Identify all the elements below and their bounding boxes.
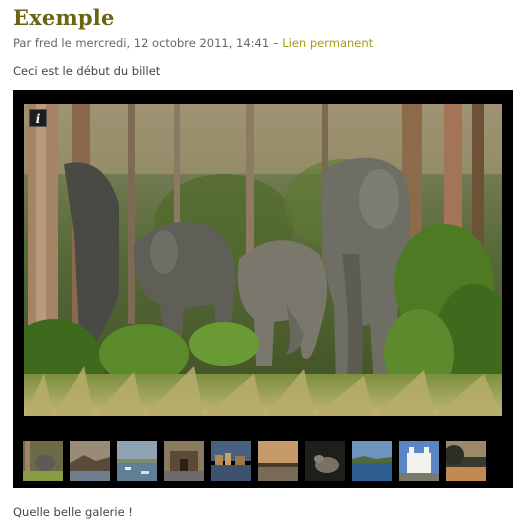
post-intro: Ceci est le début du billet <box>13 64 161 78</box>
thumbnail-8[interactable] <box>352 441 392 481</box>
thumbnail-5[interactable] <box>211 441 251 481</box>
dark-animal-thumbnail <box>305 441 345 481</box>
gateway-monument-thumbnail <box>164 441 204 481</box>
thumbnail-3[interactable] <box>117 441 157 481</box>
info-button[interactable]: i <box>29 109 47 127</box>
thumbnail-1[interactable] <box>23 441 63 481</box>
main-image[interactable]: i <box>24 104 502 416</box>
white-church-thumbnail <box>399 441 439 481</box>
gallery: i <box>13 90 513 488</box>
blue-bay-thumbnail <box>352 441 392 481</box>
elephants-photo <box>24 104 502 416</box>
coastal-hills-thumbnail <box>70 441 110 481</box>
cliff-sea-thumbnail <box>446 441 486 481</box>
permalink-link[interactable]: Lien permanent <box>282 36 373 50</box>
thumbnail-strip <box>23 441 503 483</box>
bay-with-boats-thumbnail <box>117 441 157 481</box>
post-outro: Quelle belle galerie ! <box>13 505 133 519</box>
thumbnail-2[interactable] <box>70 441 110 481</box>
sunset-waterfront-thumbnail <box>258 441 298 481</box>
elephants-thumbnail <box>23 441 63 481</box>
thumbnail-4[interactable] <box>164 441 204 481</box>
post-meta-text: Par fred le mercredi, 12 octobre 2011, 1… <box>13 36 270 50</box>
post-meta: Par fred le mercredi, 12 octobre 2011, 1… <box>13 36 373 50</box>
post-title: Exemple <box>13 5 115 30</box>
thumbnail-6[interactable] <box>258 441 298 481</box>
harbor-town-thumbnail <box>211 441 251 481</box>
thumbnail-10[interactable] <box>446 441 486 481</box>
thumbnail-7[interactable] <box>305 441 345 481</box>
thumbnail-9[interactable] <box>399 441 439 481</box>
meta-separator: – <box>269 36 283 50</box>
